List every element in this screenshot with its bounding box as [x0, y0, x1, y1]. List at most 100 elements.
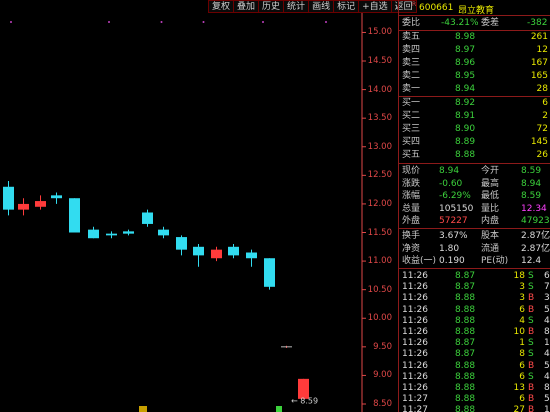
draw-line-button[interactable]: 画线 — [308, 0, 334, 13]
tick-row[interactable]: 11:26 8.88 4 S 4 — [399, 315, 550, 327]
tick-row[interactable]: 11:26 8.88 3 B 3 — [399, 292, 550, 304]
buy-level-row[interactable]: 买四 8.89 145 — [399, 136, 550, 148]
tick-time: 11:26 — [402, 349, 428, 360]
level-price: 8.96 — [455, 58, 476, 68]
bottom-marker — [139, 406, 147, 412]
tick-price: 8.88 — [455, 360, 476, 371]
stat-value: -6.29% — [439, 191, 471, 202]
tick-price: 8.88 — [455, 383, 476, 393]
tick-count: 5 — [544, 394, 550, 405]
bottom-marker — [276, 406, 282, 412]
price-tick-label: 9.50 — [373, 341, 392, 352]
stat-label: 总量 — [402, 203, 421, 214]
tick-direction: S — [528, 371, 534, 382]
price-tick-label: 12.00 — [367, 198, 392, 209]
sell-level-row[interactable]: 卖一 8.94 28 — [399, 83, 550, 95]
tick-direction: S — [528, 349, 534, 360]
candle-body — [246, 252, 257, 259]
tick-row[interactable]: 11:26 8.88 10 B 8 — [399, 326, 550, 338]
tick-time: 11:27 — [402, 394, 428, 405]
stock-header[interactable]: R 600661 昂立教育 — [399, 0, 550, 16]
tick-price: 8.88 — [455, 315, 476, 326]
tick-count: 3 — [544, 293, 550, 304]
stat-value: 0.190 — [439, 256, 465, 267]
sell-level-row[interactable]: 卖三 8.96 167 — [399, 57, 550, 69]
history-button[interactable]: 历史 — [258, 0, 284, 13]
level-volume: 28 — [536, 84, 548, 94]
mark-button[interactable]: 标记 — [333, 0, 359, 13]
buy-level-row[interactable]: 买三 8.90 72 — [399, 123, 550, 135]
weibi-row: 委比 -43.21% 委差 -382 — [399, 17, 550, 29]
statistics-button[interactable]: 统计 — [283, 0, 309, 13]
price-tick-label: 8.50 — [373, 399, 392, 409]
price-tick-label: 10.50 — [367, 284, 392, 295]
tick-row[interactable]: 11:26 8.87 18 S 6 — [399, 270, 550, 282]
kline-chart[interactable]: 15.00 14.50 14.00 13.50 13.00 12.50 12.00 11.50… — [0, 13, 398, 412]
tick-count: 1 — [544, 405, 550, 412]
tick-price: 8.87 — [455, 282, 476, 293]
price-tick-label: 10.00 — [367, 313, 392, 324]
tick-row[interactable]: 11:26 8.88 13 B 8 — [399, 382, 550, 394]
sell-level-row[interactable]: 卖二 8.95 165 — [399, 70, 550, 82]
tick-row[interactable]: 11:27 8.88 6 B 5 — [399, 393, 550, 405]
stat-row: 现价 8.94 今开 8.59 — [399, 165, 550, 177]
tick-row[interactable]: 11:26 8.87 3 S 7 — [399, 281, 550, 293]
tick-volume: 18 — [513, 271, 525, 281]
event-marker — [108, 21, 110, 23]
tick-price: 8.88 — [455, 327, 476, 337]
stat-value: 1.80 — [439, 243, 460, 254]
tick-time: 11:26 — [402, 327, 428, 337]
sell-level-row[interactable]: 卖四 8.97 12 — [399, 44, 550, 56]
tick-count: 1 — [544, 338, 550, 349]
tick-time: 11:26 — [402, 315, 428, 326]
price-tick-label: 15.00 — [367, 27, 392, 38]
tick-volume: 1 — [519, 338, 525, 349]
quote-panel: R 600661 昂立教育 委比 -43.21% 委差 -382 卖五 8.98 2… — [398, 0, 550, 412]
tick-volume: 13 — [513, 383, 525, 393]
stat-value: 105150 — [439, 203, 474, 214]
sell-level-row[interactable]: 卖五 8.98 261 — [399, 31, 550, 43]
tick-time: 11:26 — [402, 360, 428, 371]
stat-label: 量比 — [481, 203, 500, 214]
tick-time: 11:26 — [402, 304, 428, 315]
tick-row[interactable]: 11:26 8.88 6 S 4 — [399, 371, 550, 383]
tick-volume: 3 — [519, 282, 525, 293]
overlay-button[interactable]: 叠加 — [233, 0, 259, 13]
price-tick-label: 13.50 — [367, 113, 392, 124]
weicha-label: 委差 — [481, 18, 500, 28]
price-tick-label: 14.00 — [367, 84, 392, 95]
buy-level-row[interactable]: 买五 8.88 26 — [399, 149, 550, 161]
stat-value: 12.34 — [521, 203, 547, 214]
stat-label: 换手 — [402, 231, 421, 241]
tick-direction: B — [528, 304, 535, 315]
level-price: 8.90 — [455, 124, 476, 134]
level-label: 卖三 — [402, 58, 421, 68]
buy-level-row[interactable]: 买一 8.92 6 — [399, 97, 550, 109]
tick-row[interactable]: 11:26 8.87 1 S 1 — [399, 337, 550, 349]
stat-value: 8.94 — [439, 166, 460, 176]
tick-row[interactable]: 11:26 8.88 6 B 5 — [399, 304, 550, 316]
fuquan-button[interactable]: 复权 — [208, 0, 234, 13]
level-volume: 261 — [530, 32, 548, 42]
tick-direction: S — [528, 271, 534, 281]
stat-row: 净资 1.80 流通 2.87亿 — [399, 243, 550, 255]
tick-direction: B — [528, 360, 535, 371]
price-tick-label: 13.00 — [367, 141, 392, 152]
candle-body — [18, 203, 29, 210]
buy-level-row[interactable]: 买二 8.91 2 — [399, 110, 550, 122]
add-watchlist-button[interactable]: +自选 — [358, 0, 391, 13]
tick-row[interactable]: 11:27 8.88 27 B 1 — [399, 404, 550, 412]
tick-row[interactable]: 11:26 8.87 8 S 4 — [399, 348, 550, 360]
stat-value: 57227 — [439, 216, 468, 227]
divider — [399, 228, 550, 229]
level-label: 买一 — [402, 98, 421, 108]
stat-value: 8.94 — [521, 178, 542, 189]
tick-time: 11:26 — [402, 282, 428, 293]
tick-row[interactable]: 11:26 8.88 6 B 5 — [399, 360, 550, 372]
stock-name: 昂立教育 — [458, 6, 495, 16]
candle-body — [3, 186, 14, 210]
tick-count: 5 — [544, 304, 550, 315]
stat-value: -0.60 — [439, 178, 463, 189]
event-marker — [10, 21, 12, 23]
stat-label: 内盘 — [481, 216, 500, 227]
